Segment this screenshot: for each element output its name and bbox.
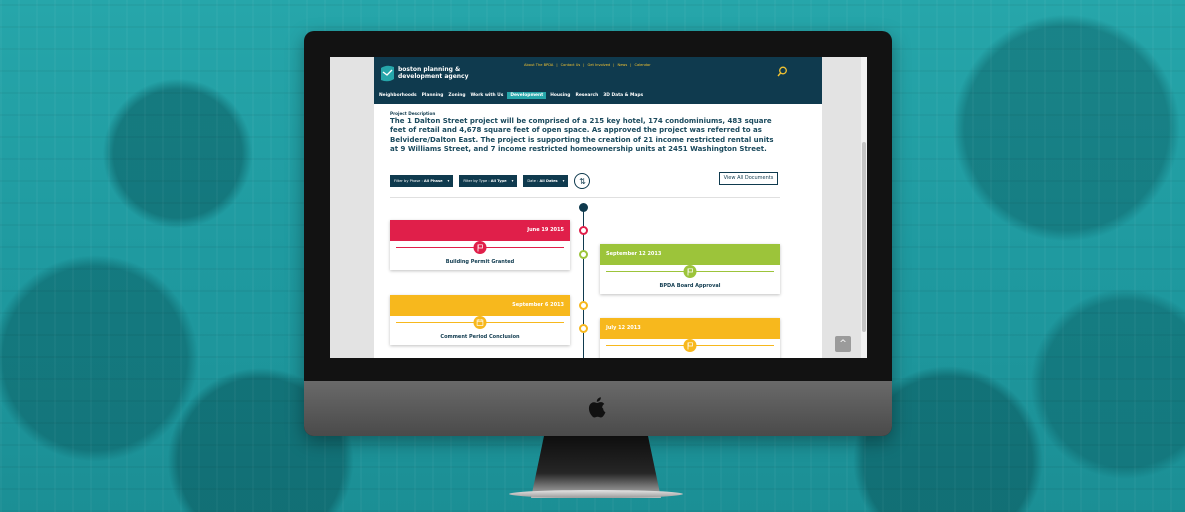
timeline-card-date: September 6 2013 (390, 295, 570, 316)
filter-phase-dropdown[interactable]: Filter by Phase : All Phase ▾ (390, 175, 454, 187)
filter-type-prefix: Filter by Type : (463, 179, 491, 183)
timeline-card-title: BPDA Board Approval (659, 283, 721, 289)
site-header: boston planning & development agency Abo… (374, 57, 822, 104)
nav-3d-data-maps[interactable]: 3D Data & Maps (602, 92, 644, 99)
scrollbar-thumb[interactable] (862, 142, 866, 332)
back-to-top-button[interactable]: ^ (835, 336, 851, 352)
timeline-card[interactable]: September 6 2013 Comment Period Conclusi… (390, 295, 570, 345)
divider (390, 197, 780, 198)
flag-icon (683, 265, 697, 278)
link-get-involved[interactable]: Get Involved (587, 63, 610, 67)
project-description-label: Project Description (390, 111, 436, 116)
page-gutter-right: ^ (822, 57, 867, 358)
view-all-documents-button[interactable]: View All Documents (719, 172, 778, 185)
monitor-chin (304, 381, 892, 436)
timeline-card-date: June 19 2015 (390, 220, 570, 241)
timeline-dot (579, 250, 588, 259)
filter-type-value: All Type (490, 179, 507, 183)
nav-zoning[interactable]: Zoning (447, 92, 466, 99)
timeline-dot (579, 226, 588, 235)
timeline-card-date: September 12 2013 (600, 244, 780, 265)
timeline-dot (579, 301, 588, 310)
utility-links: About The BPDA | Contact Us | Get Involved… (524, 63, 651, 67)
nav-development[interactable]: Development (507, 92, 547, 99)
chevron-down-icon: ▾ (447, 179, 450, 183)
link-contact[interactable]: Contact Us (561, 63, 581, 67)
flag-icon (473, 241, 487, 254)
chevron-down-icon: ▾ (511, 179, 514, 183)
bpda-logo-icon[interactable] (380, 64, 395, 83)
screen: ^ boston planning & development agency A… (330, 57, 867, 358)
logo-line-2: development agency (398, 73, 469, 80)
sort-button[interactable]: ⇅ (574, 173, 591, 189)
site-logo-text[interactable]: boston planning & development agency (398, 66, 478, 80)
filter-date-prefix: Date : (527, 179, 540, 183)
nav-housing[interactable]: Housing (549, 92, 571, 99)
calendar-icon (473, 316, 487, 329)
nav-work-with-us[interactable]: Work with Us (470, 92, 505, 99)
link-news[interactable]: News (618, 63, 628, 67)
monitor-stand-base (509, 490, 683, 498)
timeline-card-title: Comment Period Conclusion (440, 334, 520, 340)
link-about[interactable]: About The BPDA (524, 63, 553, 67)
chevron-down-icon: ▾ (562, 179, 565, 183)
timeline-card-title: Building Permit Granted (445, 259, 515, 265)
filter-phase-value: All Phase (423, 179, 443, 183)
logo-line-1: boston planning & (398, 66, 461, 73)
flag-icon (683, 339, 697, 352)
nav-neighborhoods[interactable]: Neighborhoods (378, 92, 418, 99)
timeline-start-dot (579, 203, 588, 212)
main-nav: Neighborhoods Planning Zoning Work with … (378, 92, 644, 99)
search-icon[interactable] (777, 66, 788, 77)
filter-phase-prefix: Filter by Phase : (394, 179, 424, 183)
timeline-dot (579, 324, 588, 333)
timeline-card[interactable]: July 12 2013 (600, 318, 780, 358)
project-description-text: The 1 Dalton Street project will be comp… (390, 117, 774, 154)
timeline-card-date: July 12 2013 (600, 318, 780, 339)
timeline-card[interactable]: June 19 2015 Building Permit Granted (390, 220, 570, 270)
chevron-up-icon: ^ (839, 339, 847, 349)
apple-logo-icon (588, 397, 606, 418)
filter-type-dropdown[interactable]: Filter by Type : All Type ▾ (459, 175, 518, 187)
monitor-stand (531, 436, 661, 498)
filter-date-dropdown[interactable]: Date : All Dates ▾ (523, 175, 569, 187)
sort-icon: ⇅ (579, 176, 586, 186)
page-gutter-left (330, 57, 374, 358)
link-calendar[interactable]: Calendar (634, 63, 650, 67)
nav-research[interactable]: Research (574, 92, 599, 99)
web-page: boston planning & development agency Abo… (374, 57, 822, 358)
timeline-card[interactable]: September 12 2013 BPDA Board Approval (600, 244, 780, 294)
filter-bar: Filter by Phase : All Phase ▾ Filter by T… (390, 173, 591, 189)
filter-date-value: All Dates (539, 179, 558, 183)
nav-planning[interactable]: Planning (421, 92, 445, 99)
